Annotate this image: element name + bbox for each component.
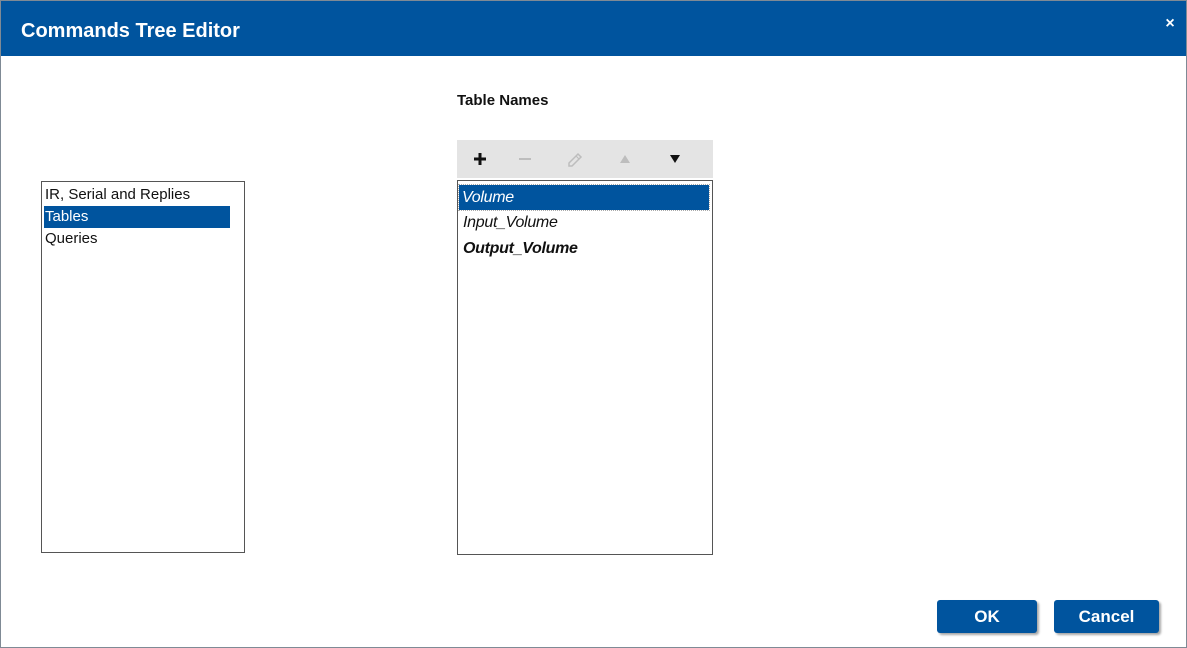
dialog-title: Commands Tree Editor	[21, 20, 240, 42]
close-icon[interactable]: ×	[1162, 15, 1178, 33]
cancel-button[interactable]: Cancel	[1054, 600, 1159, 633]
add-icon[interactable]	[470, 149, 490, 169]
table-names-toolbar	[457, 140, 713, 178]
commands-tree-editor-dialog: Commands Tree Editor × IR, Serial and Re…	[0, 0, 1187, 648]
move-down-icon[interactable]	[665, 149, 685, 169]
category-item-ir-serial-replies[interactable]: IR, Serial and Replies	[44, 184, 230, 206]
table-names-list: Volume Input_Volume Output_Volume	[457, 180, 713, 555]
remove-icon[interactable]	[515, 149, 535, 169]
ok-button[interactable]: OK	[937, 600, 1037, 633]
category-item-queries[interactable]: Queries	[44, 228, 230, 250]
table-item-volume[interactable]: Volume	[458, 184, 710, 211]
dialog-titlebar: Commands Tree Editor ×	[1, 1, 1186, 56]
table-item-input-volume[interactable]: Input_Volume	[460, 210, 709, 236]
table-names-label: Table Names	[457, 92, 549, 109]
category-item-tables[interactable]: Tables	[44, 206, 230, 228]
move-up-icon[interactable]	[615, 149, 635, 169]
edit-icon[interactable]	[565, 149, 585, 169]
table-item-output-volume[interactable]: Output_Volume	[460, 236, 709, 262]
category-list: IR, Serial and Replies Tables Queries	[41, 181, 245, 553]
